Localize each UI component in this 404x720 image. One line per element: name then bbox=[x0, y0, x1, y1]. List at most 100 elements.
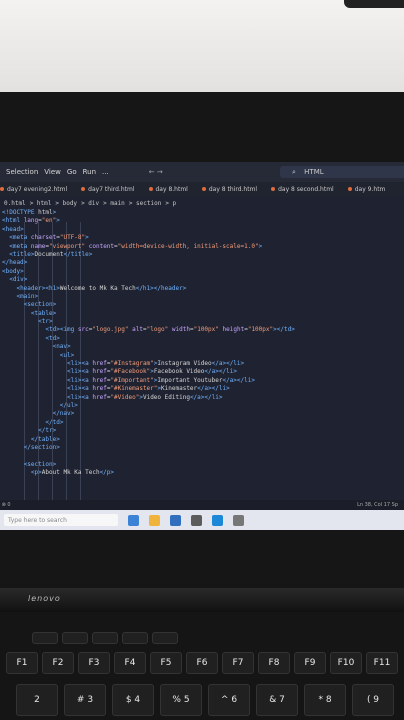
function-key[interactable]: F10 bbox=[330, 652, 362, 674]
file-icon bbox=[271, 187, 276, 191]
breadcrumb-item[interactable]: > div bbox=[81, 200, 99, 207]
menu-selection[interactable]: Selection bbox=[6, 168, 38, 176]
tab-label: day 9.htm bbox=[354, 185, 386, 193]
taskbar-search[interactable]: Type here to search bbox=[4, 514, 118, 526]
function-key[interactable]: F3 bbox=[78, 652, 110, 674]
editor-tabs: day7 evening2.html day7 third.html day 8.h… bbox=[0, 182, 404, 196]
file-icon bbox=[201, 187, 206, 191]
code-line: <p>About Mk Ka Tech</p> bbox=[30, 469, 115, 477]
editor-tab[interactable]: day 9.htm bbox=[347, 185, 386, 193]
number-key[interactable]: # 3 bbox=[64, 684, 106, 716]
status-position: Ln 38, Col 17 Sp bbox=[357, 502, 398, 508]
taskbar: Type here to search bbox=[0, 510, 404, 530]
code-line: <section> bbox=[23, 460, 57, 468]
code-line: <tr> bbox=[38, 318, 53, 326]
code-line: <body> bbox=[2, 267, 24, 275]
function-key[interactable]: F7 bbox=[222, 652, 254, 674]
file-icon bbox=[81, 187, 86, 191]
code-line: <head> bbox=[2, 225, 24, 233]
breadcrumb-item[interactable]: > p bbox=[165, 200, 176, 207]
code-line: <section> bbox=[23, 301, 57, 309]
code-line: </section> bbox=[23, 443, 60, 451]
function-key[interactable]: F8 bbox=[258, 652, 290, 674]
folder-icon[interactable] bbox=[149, 514, 160, 526]
code-line: <main> bbox=[16, 292, 39, 300]
function-key[interactable]: F2 bbox=[42, 652, 74, 674]
editor-tab[interactable]: day 8 third.html bbox=[201, 185, 258, 193]
code-line: <div> bbox=[9, 276, 28, 284]
function-key[interactable]: F1 bbox=[6, 652, 38, 674]
function-key[interactable]: F11 bbox=[366, 652, 398, 674]
breadcrumb-item[interactable]: > body bbox=[55, 200, 77, 207]
editor-tab[interactable]: day7 third.html bbox=[81, 186, 135, 193]
code-line: <meta charset="UTF-8"> bbox=[9, 234, 89, 242]
tab-label: day 8.html bbox=[155, 185, 188, 193]
code-line: </head> bbox=[2, 259, 28, 267]
function-key[interactable]: F9 bbox=[294, 652, 326, 674]
media-key[interactable] bbox=[152, 632, 178, 644]
breadcrumb-item[interactable]: 0.html bbox=[4, 200, 26, 207]
code-editor[interactable]: <!DOCTYPE html> <html lang="en"> <head> <m… bbox=[2, 209, 402, 509]
search-icon: ⌕ bbox=[292, 167, 299, 176]
code-line: <li><a href="#Kinemaster">Kinemaster</a>… bbox=[67, 385, 230, 393]
media-key[interactable] bbox=[62, 632, 88, 644]
menu-bar: Selection View Go Run ... ← → ⌕ HTML bbox=[0, 162, 404, 182]
app-icon[interactable] bbox=[191, 514, 202, 526]
code-line: </nav> bbox=[52, 410, 75, 418]
number-key[interactable]: & 7 bbox=[256, 684, 298, 716]
code-line: <li><a href="#Video">Video Editing</a></… bbox=[67, 393, 223, 401]
code-line: <title>Document</title> bbox=[9, 250, 93, 258]
code-line: <header><h1>Welcome to Mk Ka Tech</h1></… bbox=[16, 284, 187, 292]
number-key[interactable]: ( 9 bbox=[352, 684, 394, 716]
tab-label: day 8 second.html bbox=[278, 185, 334, 193]
code-line: </table> bbox=[30, 435, 60, 443]
function-key[interactable]: F6 bbox=[186, 652, 218, 674]
background-wall bbox=[0, 0, 404, 95]
number-key[interactable]: % 5 bbox=[160, 684, 202, 716]
file-icon bbox=[148, 187, 153, 191]
search-text: HTML bbox=[304, 168, 324, 176]
store-icon[interactable] bbox=[170, 514, 181, 526]
breadcrumb-item[interactable]: > main bbox=[103, 200, 125, 207]
status-bar: ⊗ 0 Ln 38, Col 17 Sp bbox=[0, 500, 404, 510]
code-line: <!DOCTYPE html> bbox=[2, 209, 57, 216]
number-key[interactable]: * 8 bbox=[304, 684, 346, 716]
editor-tab[interactable]: day 8 second.html bbox=[271, 186, 334, 193]
status-left: ⊗ 0 bbox=[0, 502, 11, 508]
edge-icon[interactable] bbox=[128, 514, 139, 526]
number-key[interactable]: $ 4 bbox=[112, 684, 154, 716]
number-key[interactable]: ^ 6 bbox=[208, 684, 250, 716]
search-box[interactable]: ⌕ HTML bbox=[280, 166, 404, 178]
code-line: <nav> bbox=[52, 343, 71, 351]
media-key[interactable] bbox=[92, 632, 118, 644]
code-line: <meta name="viewport" content="width=dev… bbox=[9, 242, 263, 250]
phone-edge bbox=[344, 0, 404, 8]
number-key[interactable]: 2 bbox=[16, 684, 58, 716]
code-line: </tr> bbox=[38, 427, 57, 435]
code-line: <html lang="en"> bbox=[2, 217, 60, 225]
tab-label: day7 evening2.html bbox=[7, 185, 68, 193]
menu-view[interactable]: View bbox=[44, 168, 61, 176]
menu-more[interactable]: ... bbox=[102, 168, 109, 176]
file-icon bbox=[347, 187, 352, 191]
editor-tab[interactable]: day7 evening2.html bbox=[0, 186, 67, 193]
breadcrumb-item[interactable]: > html bbox=[30, 200, 52, 207]
code-line: </td> bbox=[45, 418, 64, 426]
menu-run[interactable]: Run bbox=[83, 168, 96, 176]
function-key[interactable]: F4 bbox=[114, 652, 146, 674]
breadcrumb-item[interactable]: > section bbox=[129, 200, 162, 207]
media-key[interactable] bbox=[122, 632, 148, 644]
menu-go[interactable]: Go bbox=[67, 168, 77, 176]
media-key[interactable] bbox=[32, 632, 58, 644]
tab-label: day 8 third.html bbox=[208, 185, 258, 193]
editor-tab[interactable]: day 8.html bbox=[148, 185, 188, 193]
code-line: <table> bbox=[30, 309, 57, 317]
app-icon[interactable] bbox=[233, 514, 244, 526]
code-line: <ul> bbox=[59, 351, 75, 359]
file-icon bbox=[0, 187, 4, 191]
brand-logo: lenovo bbox=[28, 594, 61, 603]
vscode-icon[interactable] bbox=[212, 514, 223, 526]
function-key[interactable]: F5 bbox=[150, 652, 182, 674]
nav-arrows[interactable]: ← → bbox=[149, 168, 163, 176]
